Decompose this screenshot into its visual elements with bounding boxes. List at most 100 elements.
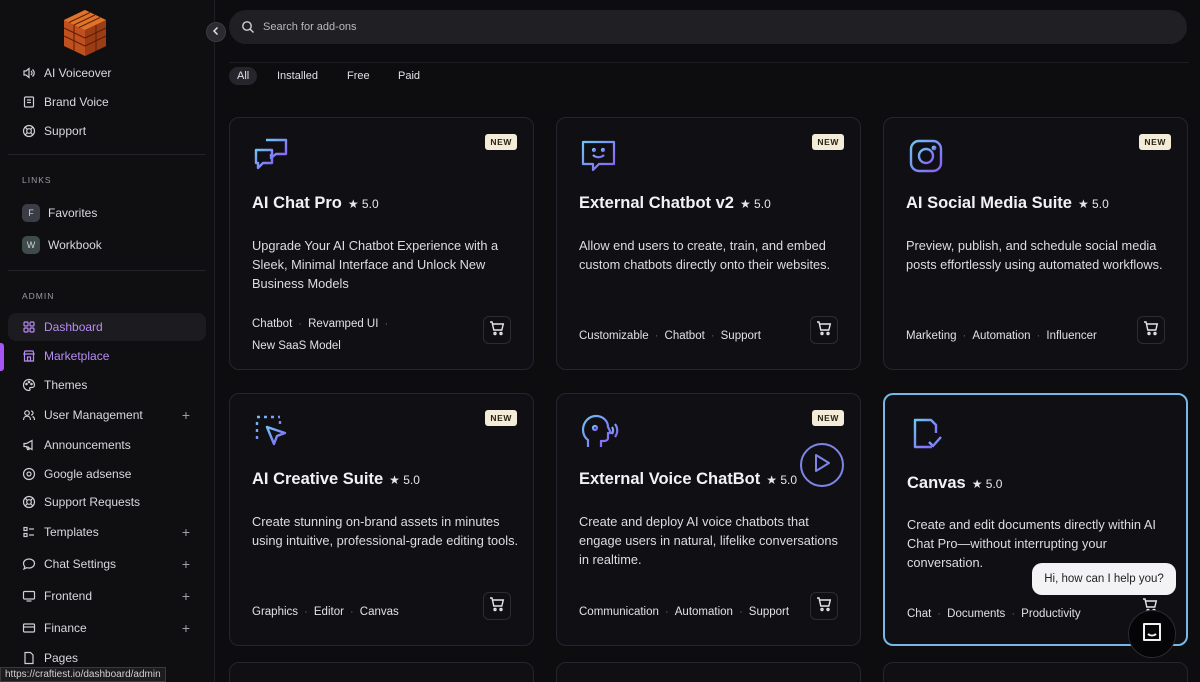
card-description: Preview, publish, and schedule social me… xyxy=(906,238,1163,272)
sidebar-item-chat-settings[interactable]: Chat Settings + xyxy=(8,550,206,578)
expand-icon[interactable]: + xyxy=(182,407,190,423)
addon-card-partial[interactable] xyxy=(229,662,534,682)
addon-card-external-voice-chatbot[interactable]: NEW External Voice ChatBot ★ 5.0 Create a… xyxy=(556,393,861,646)
sidebar-item-label: User Management xyxy=(44,408,143,422)
admin-section-label: ADMIN xyxy=(22,291,55,301)
monitor-icon xyxy=(22,589,36,603)
sidebar-item-themes[interactable]: Themes xyxy=(8,371,206,399)
sidebar-item-ai-voiceover[interactable]: AI Voiceover xyxy=(8,59,206,87)
card-description: Create stunning on-brand assets in minut… xyxy=(252,514,519,548)
sidebar-item-label: Templates xyxy=(44,525,99,539)
chat-launcher-button[interactable] xyxy=(1128,610,1176,658)
card-description: Upgrade Your AI Chatbot Experience with … xyxy=(252,238,499,291)
chat-greeting-bubble[interactable]: Hi, how can I help you? xyxy=(1032,563,1176,595)
new-badge: NEW xyxy=(485,134,517,150)
expand-icon[interactable]: + xyxy=(182,524,190,540)
header-divider xyxy=(229,62,1189,63)
addon-card-canvas[interactable]: Canvas ★ 5.0 Create and edit documents di… xyxy=(883,393,1188,646)
grid-icon xyxy=(22,320,36,334)
addon-card-ai-social-media-suite[interactable]: NEW AI Social Media Suite ★ 5.0 Preview, … xyxy=(883,117,1188,370)
card-title: AI Chat Pro xyxy=(252,194,342,212)
tag: Marketing xyxy=(906,330,957,342)
addon-card-partial[interactable] xyxy=(556,662,861,682)
sidebar-item-dashboard[interactable]: Dashboard xyxy=(8,313,206,341)
card-tags: Chatbot · Revamped UI · New SaaS Model xyxy=(252,318,389,352)
sidebar-item-support-requests[interactable]: Support Requests xyxy=(8,488,206,516)
store-icon xyxy=(22,349,36,363)
filter-tab-installed[interactable]: Installed xyxy=(269,67,326,85)
tag: Automation xyxy=(674,606,733,618)
search-bar[interactable]: Search for add-ons xyxy=(229,10,1187,44)
cart-icon xyxy=(488,319,506,342)
tag: Customizable xyxy=(579,330,649,342)
card-rating: ★ 5.0 xyxy=(347,197,379,211)
sidebar-link-favorites[interactable]: F Favorites xyxy=(8,199,206,227)
expand-icon[interactable]: + xyxy=(182,556,190,572)
tag: Chat xyxy=(907,608,932,620)
sidebar-item-support[interactable]: Support xyxy=(8,117,206,145)
expand-icon[interactable]: + xyxy=(182,620,190,636)
add-to-cart-button[interactable] xyxy=(1137,316,1165,344)
add-to-cart-button[interactable] xyxy=(810,592,838,620)
addon-card-external-chatbot-v2[interactable]: NEW External Chatbot v2 ★ 5.0 Allow end u… xyxy=(556,117,861,370)
sidebar-item-label: Favorites xyxy=(48,206,98,220)
sidebar-item-label: Themes xyxy=(44,378,88,392)
ad-icon xyxy=(22,467,36,481)
expand-icon[interactable]: + xyxy=(182,588,190,604)
add-to-cart-button[interactable] xyxy=(810,316,838,344)
card-tags: Graphics · Editor · Canvas xyxy=(252,606,399,618)
speaker-icon xyxy=(22,66,36,80)
filter-tab-all[interactable]: All xyxy=(229,67,258,85)
addon-card-ai-creative-suite[interactable]: NEW AI Creative Suite ★ 5.0 Create stunni… xyxy=(229,393,534,646)
card-rating: ★ 5.0 xyxy=(1077,197,1109,211)
tag: Documents xyxy=(947,608,1006,620)
card-title: External Voice ChatBot xyxy=(579,470,761,488)
favorites-letter-badge: F xyxy=(22,204,40,222)
tag: Chatbot xyxy=(664,330,705,342)
doc-check-icon xyxy=(907,415,947,455)
app-logo[interactable] xyxy=(62,8,108,58)
card-description: Allow end users to create, train, and em… xyxy=(579,238,831,272)
sidebar: AI Voiceover Brand Voice Support LINKS F… xyxy=(0,0,215,682)
voice-head-icon xyxy=(579,412,619,452)
cart-icon xyxy=(488,595,506,618)
sidebar-item-templates[interactable]: Templates + xyxy=(8,518,206,546)
card-tags: Chat · Documents · Productivity xyxy=(907,608,1081,620)
sidebar-item-label: Brand Voice xyxy=(44,95,109,109)
card-title: AI Social Media Suite xyxy=(906,194,1072,212)
collapse-sidebar-button[interactable] xyxy=(206,22,226,42)
search-icon xyxy=(241,20,255,34)
sidebar-item-label: Announcements xyxy=(44,438,131,452)
new-badge: NEW xyxy=(812,410,844,426)
filter-tab-paid[interactable]: Paid xyxy=(390,67,428,85)
sidebar-item-marketplace[interactable]: Marketplace xyxy=(8,342,206,370)
sidebar-item-user-management[interactable]: User Management + xyxy=(8,401,206,429)
card-tags: Communication · Automation · Support xyxy=(579,606,790,618)
add-to-cart-button[interactable] xyxy=(483,592,511,620)
addon-card-partial[interactable] xyxy=(883,662,1188,682)
sidebar-item-brand-voice[interactable]: Brand Voice xyxy=(8,88,206,116)
card-rating: ★ 5.0 xyxy=(971,477,1003,491)
tag: Automation xyxy=(972,330,1031,342)
megaphone-icon xyxy=(22,438,36,452)
tag: Communication xyxy=(579,606,659,618)
sidebar-item-label: Dashboard xyxy=(44,320,103,334)
addon-card-ai-chat-pro[interactable]: NEW AI Chat Pro ★ 5.0 Upgrade Your AI Cha… xyxy=(229,117,534,370)
chat-widget-icon xyxy=(1140,620,1164,649)
sidebar-item-google-adsense[interactable]: Google adsense xyxy=(8,460,206,488)
workbook-letter-badge: W xyxy=(22,236,40,254)
sidebar-item-announcements[interactable]: Announcements xyxy=(8,431,206,459)
status-bar-url: https://craftiest.io/dashboard/admin xyxy=(0,667,166,682)
chat-bubbles-icon xyxy=(252,136,292,176)
card-title: External Chatbot v2 xyxy=(579,194,734,212)
search-input[interactable]: Search for add-ons xyxy=(263,21,357,33)
filter-tab-free[interactable]: Free xyxy=(339,67,378,85)
users-icon xyxy=(22,408,36,422)
sidebar-item-finance[interactable]: Finance + xyxy=(8,614,206,642)
play-video-button[interactable] xyxy=(800,443,844,487)
sidebar-item-frontend[interactable]: Frontend + xyxy=(8,582,206,610)
instagram-icon xyxy=(906,136,946,176)
add-to-cart-button[interactable] xyxy=(483,316,511,344)
sidebar-link-workbook[interactable]: W Workbook xyxy=(8,231,206,259)
card-rating: ★ 5.0 xyxy=(739,197,771,211)
